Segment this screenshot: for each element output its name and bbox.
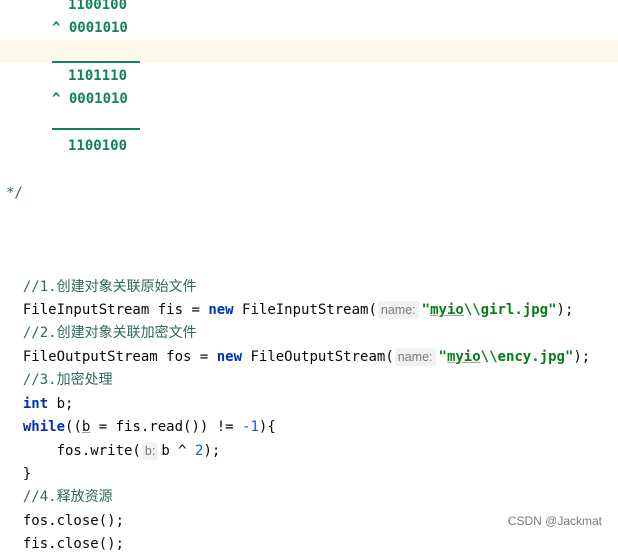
current-line-highlight: [0, 40, 618, 63]
comment-close: */: [6, 185, 23, 201]
code-line-fos: FileOutputStream fos = new FileOutputStr…: [6, 323, 618, 366]
watermark: CSDN @Jackmat: [507, 514, 602, 528]
code-line-comment-2: //2.创建对象关联加密文件: [6, 299, 618, 341]
code-line-int: int b;: [6, 370, 618, 412]
code-line-write: fos.write(b: b ^ 2);: [6, 417, 618, 460]
code-line-brace: }: [6, 440, 618, 482]
code-line-comment-1: //1.创建对象关联原始文件: [6, 253, 618, 295]
code-line-while: while((b = fis.read()) != -1){: [6, 393, 618, 435]
binary-line-4: ^ 0001010: [52, 91, 128, 107]
code-line-fis: FileInputStream fis = new FileInputStrea…: [6, 276, 618, 319]
binary-line-1: 1100100: [68, 0, 128, 13]
result-separator-2: [52, 128, 140, 130]
binary-line-2: ^ 0001010: [52, 20, 128, 36]
code-line-comment-3: //3.加密处理: [6, 346, 618, 388]
code-line-comment-4: //4.释放资源: [6, 463, 618, 505]
binary-line-3: 1101110: [68, 68, 128, 84]
binary-line-5: 1100100: [68, 138, 128, 154]
code-line-fos-close: fos.close();: [6, 487, 618, 529]
code-text: fis.close();: [22, 536, 125, 552]
result-separator-1: [52, 61, 140, 63]
